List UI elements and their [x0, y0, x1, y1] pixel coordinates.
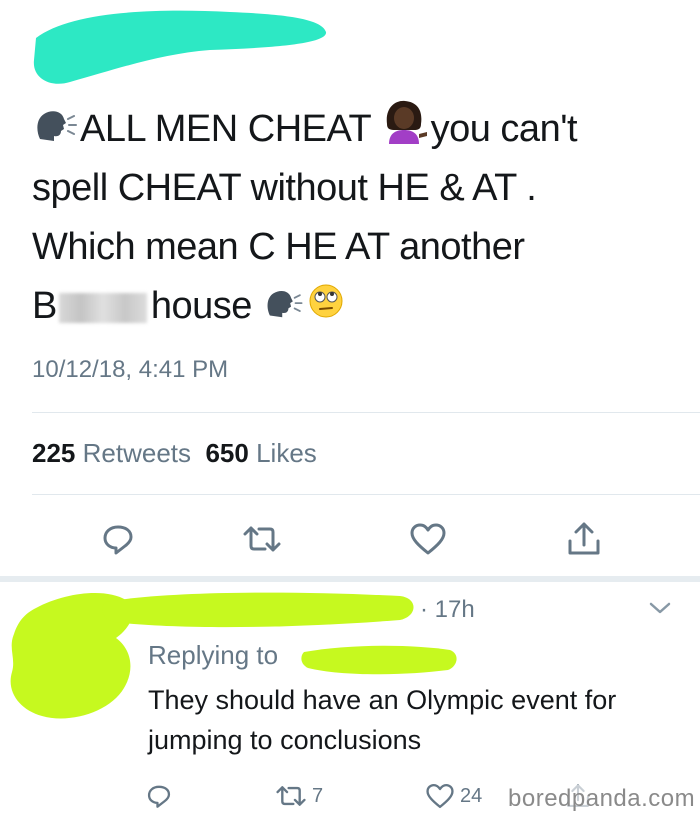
blurred-word [58, 292, 147, 323]
retweet-button[interactable] [238, 515, 286, 563]
retweets-stat[interactable]: 225 Retweets [32, 438, 191, 468]
reply-like-count: 24 [460, 784, 483, 807]
reply-retweet-count: 7 [312, 784, 324, 807]
tweet-line2: spell CHEAT without HE & AT . [32, 167, 537, 209]
heart-icon [410, 523, 446, 555]
reply-text: They should have an Olympic event for ju… [148, 685, 617, 755]
reply-button[interactable] [94, 515, 142, 563]
retweet-icon [276, 786, 306, 806]
tweet-stats: 225 Retweets 650 Likes [32, 438, 317, 469]
chevron-down-icon [649, 602, 671, 614]
watermark: boredpanda.com [504, 785, 700, 813]
reply-time: · 17h [420, 596, 475, 623]
retweets-label: Retweets [82, 438, 192, 468]
tweet-actions [0, 515, 700, 563]
face-rolling-eyes-icon [308, 278, 344, 337]
retweets-count: 225 [32, 438, 76, 468]
tweet-line4-end: house [150, 285, 253, 327]
share-icon [568, 522, 600, 555]
reply-retweet-button[interactable]: 7 [276, 778, 323, 814]
tweet-line1-b: you can't [430, 108, 578, 151]
reply-icon [103, 525, 133, 555]
retweet-icon [243, 526, 281, 552]
speaking-head-icon [264, 278, 304, 337]
heart-icon [426, 783, 454, 809]
tweet-line4-start: B [32, 285, 57, 327]
speaking-head-icon [34, 102, 78, 161]
tweet-line1-a: ALL MEN CHEAT [80, 108, 371, 151]
likes-label: Likes [256, 438, 317, 468]
tweet-line3: Which mean C HE AT another [32, 226, 525, 268]
section-divider [0, 576, 700, 582]
like-button[interactable] [404, 515, 452, 563]
replying-to: Replying to [148, 640, 278, 671]
replying-to-label: Replying to [148, 640, 279, 670]
reply-like-button[interactable]: 24 [426, 778, 482, 814]
redacted-author-header [33, 10, 327, 84]
tweet-text: ALL MEN CHEAT you can't spell CHEAT with… [32, 100, 672, 336]
redacted-replying-handle [301, 645, 457, 675]
divider [32, 494, 700, 495]
more-options-button[interactable] [648, 600, 672, 621]
likes-count: 650 [205, 438, 249, 468]
reply-icon [147, 785, 171, 808]
redacted-reply-author [102, 592, 414, 628]
tweet-timestamp: 10/12/18, 4:41 PM [32, 356, 229, 383]
reply-reply-button[interactable] [146, 778, 172, 814]
divider [32, 412, 700, 413]
likes-stat[interactable]: 650 Likes [205, 438, 316, 468]
woman-tipping-hand-icon [383, 100, 429, 162]
share-button[interactable] [560, 515, 608, 563]
